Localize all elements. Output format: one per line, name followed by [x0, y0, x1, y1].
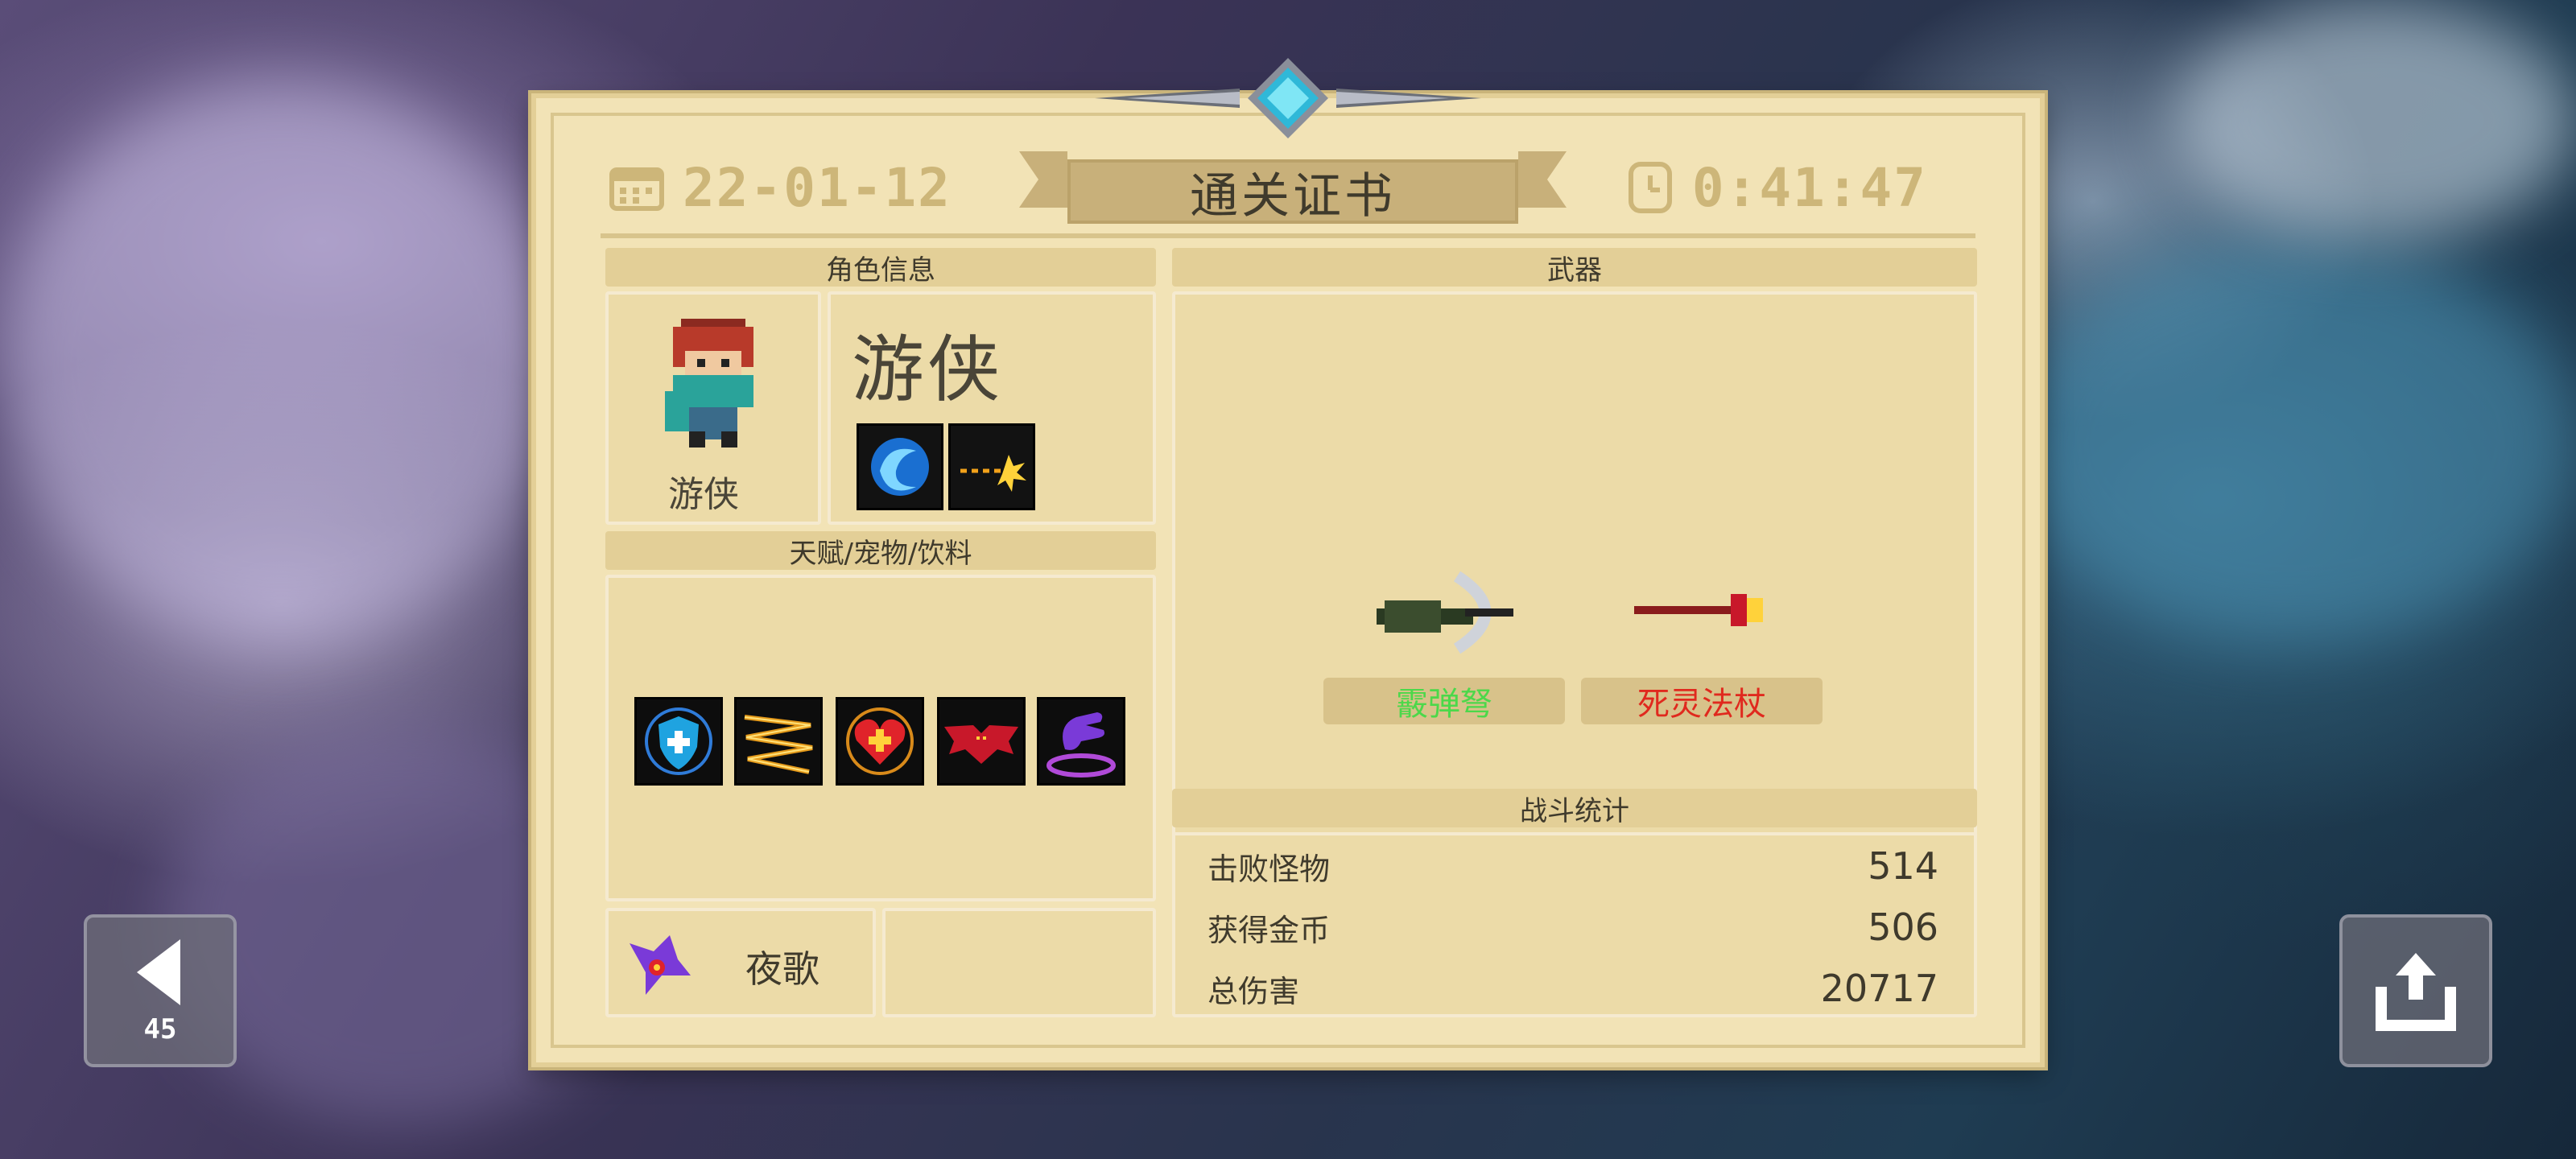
- explosive-shot-icon: [948, 423, 1035, 510]
- stat-row-kills: 击败怪物 514: [1208, 842, 1938, 890]
- back-count: 45: [143, 1013, 177, 1046]
- empty-slot-box: [882, 908, 1156, 1017]
- clock-icon: [1628, 162, 1672, 213]
- battle-stats-section-title: 战斗统计: [1172, 789, 1977, 827]
- background-blob: [0, 80, 564, 644]
- bat-wings-icon: [937, 697, 1026, 786]
- header-divider: [601, 233, 1975, 238]
- character-name: 游侠: [852, 328, 1003, 412]
- character-name-label: 游侠: [668, 474, 739, 515]
- ranger-avatar-icon: [665, 319, 753, 448]
- talents-box: [605, 575, 1156, 901]
- stat-value: 506: [1868, 905, 1938, 949]
- page-title: 通关证书: [1067, 159, 1518, 225]
- stat-label: 总伤害: [1208, 973, 1300, 1009]
- talents-section-title: 天赋/宠物/饮料: [605, 531, 1156, 570]
- back-button[interactable]: 45: [84, 914, 237, 1067]
- time-display: 0:41:47: [1626, 151, 1927, 224]
- necro-staff-icon: [1634, 594, 1763, 626]
- stat-label: 获得金币: [1208, 912, 1331, 948]
- date-text: 22-01-12: [683, 156, 952, 219]
- heart-plus-icon: [836, 697, 924, 786]
- battle-stats-box: 击败怪物 514 获得金币 506 总伤害 20717: [1172, 832, 1977, 1017]
- share-button[interactable]: [2339, 914, 2492, 1067]
- lightning-icon: [734, 697, 823, 786]
- back-arrow-icon: [137, 939, 180, 1005]
- banner-tail-left: [1019, 151, 1067, 208]
- character-section-title: 角色信息: [605, 248, 1156, 287]
- time-text: 0:41:47: [1691, 156, 1927, 219]
- shield-plus-icon: [634, 697, 723, 786]
- character-portrait-box: 游侠: [605, 291, 821, 525]
- gem-ornament-icon: [1095, 58, 1481, 138]
- date-display: 22-01-12: [609, 151, 952, 224]
- stat-value: 20717: [1820, 967, 1938, 1010]
- crossbow-icon: [1377, 571, 1513, 654]
- stat-label: 击败怪物: [1208, 851, 1331, 887]
- background-blob: [2174, 0, 2576, 241]
- share-icon: [2376, 953, 2456, 1031]
- weapon-label-crossbow: 霰弹弩: [1323, 678, 1565, 724]
- pet-name: 夜歌: [745, 947, 819, 991]
- certificate-panel: 22-01-12 通关证书 0:41:47 角色信息 游侠 游侠 天赋/宠物/饮…: [531, 58, 2045, 1067]
- purple-bird-icon: [630, 935, 691, 995]
- purple-hand-icon: [1037, 697, 1125, 786]
- calendar-icon: [609, 167, 664, 211]
- weapon-label-staff: 死灵法杖: [1581, 678, 1823, 724]
- background-blob: [2013, 241, 2576, 644]
- pet-box: 夜歌: [605, 908, 876, 1017]
- character-detail-box: 游侠: [828, 291, 1156, 525]
- weapons-section-title: 武器: [1172, 248, 1977, 287]
- dodge-swirl-icon: [857, 423, 943, 510]
- stat-row-gold: 获得金币 506: [1208, 903, 1938, 951]
- banner-tail-right: [1518, 151, 1567, 208]
- stat-value: 514: [1868, 844, 1938, 888]
- title-banner: 通关证书: [1019, 151, 1567, 229]
- stat-row-damage: 总伤害 20717: [1208, 964, 1938, 1013]
